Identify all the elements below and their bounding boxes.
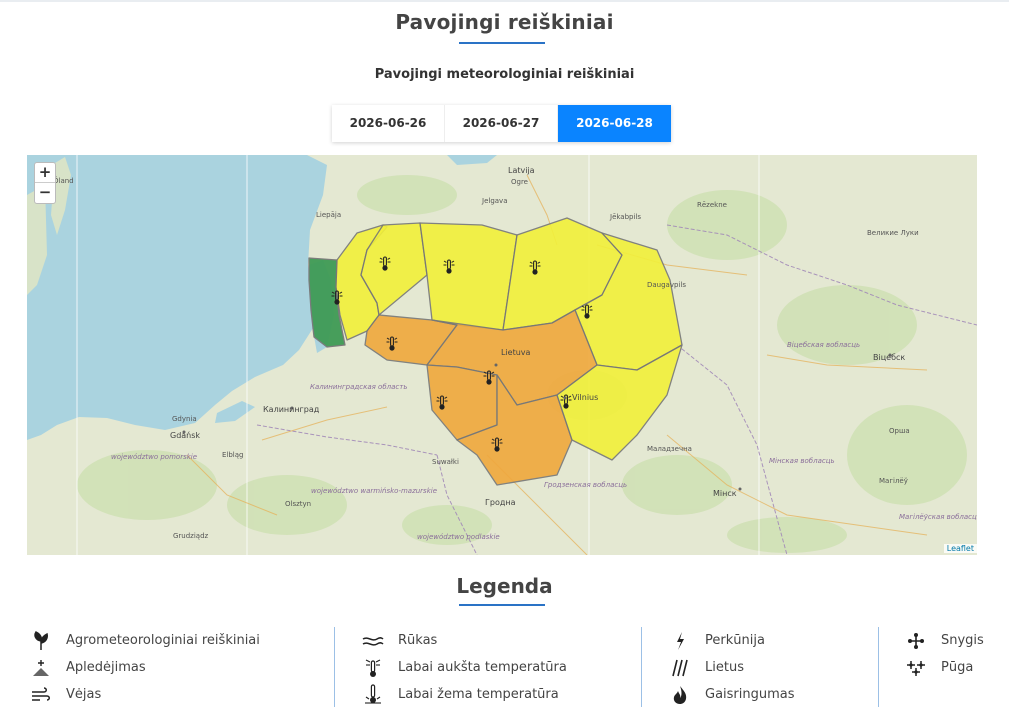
legend-item: Apledėjimas xyxy=(30,654,260,681)
thunder-icon xyxy=(669,631,691,651)
legend-item: Pūga xyxy=(905,654,984,681)
snow-icon xyxy=(905,631,927,651)
legend-item: Snygis xyxy=(905,627,984,654)
map-label-mogilev: Магілёў xyxy=(879,477,908,485)
legend-label: Lietus xyxy=(705,660,744,675)
page-subtitle: Pavojingi meteorologiniai reiškiniai xyxy=(374,67,635,82)
map-attribution-link[interactable]: Leaflet xyxy=(943,544,977,553)
legend-column-2: Rūkas Labai aukšta temperatūra Labai žem… xyxy=(362,627,567,708)
map-label-gdansk: Gdańsk xyxy=(170,431,201,440)
legend-label: Perkūnija xyxy=(705,633,765,648)
map-label-orsha: Орша xyxy=(889,427,910,435)
legend-label: Apledėjimas xyxy=(66,660,146,675)
map-label-vitebsk: Віцебск xyxy=(873,353,906,362)
legend-item: Gaisringumas xyxy=(669,681,795,708)
map-label-kaliningrad: Калининград xyxy=(263,405,320,414)
agrometeo-icon xyxy=(30,630,52,651)
legend-label: Snygis xyxy=(941,633,984,648)
map-label-velikie-luki: Великие Луки xyxy=(867,229,919,237)
map-label-warm-maz: województwo warmińsko-mazurskie xyxy=(311,487,438,495)
fog-icon xyxy=(362,631,384,651)
zoom-in-button[interactable]: + xyxy=(35,163,55,183)
legend-item: Lietus xyxy=(669,654,795,681)
map-label-grodno-obl: Гродзенская вобласць xyxy=(544,481,628,489)
legend-label: Gaisringumas xyxy=(705,687,795,702)
map-label-oland: Öland xyxy=(53,177,74,185)
legend-item: Agrometeorologiniai reiškiniai xyxy=(30,627,260,654)
legend-divider xyxy=(334,627,335,707)
legend-item: Perkūnija xyxy=(669,627,795,654)
legend-item: Rūkas xyxy=(362,627,567,654)
map-label-vilnius: Vilnius xyxy=(572,393,599,402)
low-temperature-icon xyxy=(362,683,384,705)
icing-icon xyxy=(30,658,52,678)
legend-column-1: Agrometeorologiniai reiškiniai Apledėjim… xyxy=(30,627,260,708)
page-title: Pavojingi reiškiniai xyxy=(395,10,614,34)
map-label-grodno: Гродна xyxy=(485,498,516,507)
map-label-latvija: Latvija xyxy=(508,166,535,175)
rain-icon xyxy=(669,658,691,678)
date-tabs: 2026-06-26 2026-06-27 2026-06-28 xyxy=(332,105,671,142)
legend-title: Legenda xyxy=(456,574,553,598)
map-label-liepaja: Liepāja xyxy=(316,211,342,219)
map-label-jekabpils: Jēkabpils xyxy=(610,213,642,221)
legend-label: Agrometeorologiniai reiškiniai xyxy=(66,633,260,648)
legend-label: Vėjas xyxy=(66,687,102,702)
zoom-out-button[interactable]: − xyxy=(35,183,55,203)
blizzard-icon xyxy=(905,658,927,678)
zoom-control: + − xyxy=(34,162,56,204)
map-label-rezekne: Rēzekne xyxy=(697,201,727,209)
wind-icon xyxy=(30,685,52,705)
legend-label: Pūga xyxy=(941,660,974,675)
legend-underline xyxy=(459,604,545,606)
legend-item: Labai aukšta temperatūra xyxy=(362,654,567,681)
map-label-jelgava: Jelgava xyxy=(482,197,508,205)
legend-label: Rūkas xyxy=(398,633,438,648)
map-label-podlaskie: województwo podlaskie xyxy=(417,533,500,541)
map-label-kal-obl: Калининградская область xyxy=(310,383,408,391)
map-label-olsztyn: Olsztyn xyxy=(285,500,312,508)
map-label-gdynia: Gdynia xyxy=(172,415,197,423)
warning-map[interactable]: Latvija Ogre Jelgava Jēkabpils Liepāja D… xyxy=(27,155,977,555)
top-divider xyxy=(0,0,1009,2)
title-underline xyxy=(459,42,545,44)
map-label-minsk-obl: Мінская вобласць xyxy=(769,457,835,465)
legend-item: Labai žema temperatūra xyxy=(362,681,567,708)
map-label-grudziadz: Grudziądz xyxy=(173,532,209,540)
legend-column-3: Perkūnija Lietus Gaisringumas xyxy=(669,627,795,708)
map-label-suwalki: Suwałki xyxy=(432,458,459,466)
high-temperature-icon xyxy=(362,658,384,678)
fire-icon xyxy=(669,685,691,705)
map-label-vitebsk-obl: Віцебская вобласць xyxy=(787,341,861,349)
map-label-mogilev-obl: Магілёўская вобласць xyxy=(899,513,977,521)
tab-date-1[interactable]: 2026-06-26 xyxy=(332,105,445,142)
map-label-lietuva: Lietuva xyxy=(501,348,531,357)
legend-divider xyxy=(878,627,879,707)
legend-label: Labai žema temperatūra xyxy=(398,687,559,702)
legend-label: Labai aukšta temperatūra xyxy=(398,660,567,675)
legend-item: Vėjas xyxy=(30,681,260,708)
map-label-pomorskie: województwo pomorskie xyxy=(111,453,198,461)
map-label-minsk: Мінск xyxy=(713,489,737,498)
tab-date-2[interactable]: 2026-06-27 xyxy=(445,105,558,142)
map-label-molodechno: Маладзечна xyxy=(647,445,692,453)
legend-divider xyxy=(641,627,642,707)
map-label-elblag: Elbląg xyxy=(222,451,244,459)
map-label-ogre: Ogre xyxy=(511,178,528,186)
tab-date-3[interactable]: 2026-06-28 xyxy=(558,105,671,142)
map-label-daugavpils: Daugavpils xyxy=(647,281,686,289)
legend-column-4: Snygis Pūga xyxy=(905,627,984,681)
